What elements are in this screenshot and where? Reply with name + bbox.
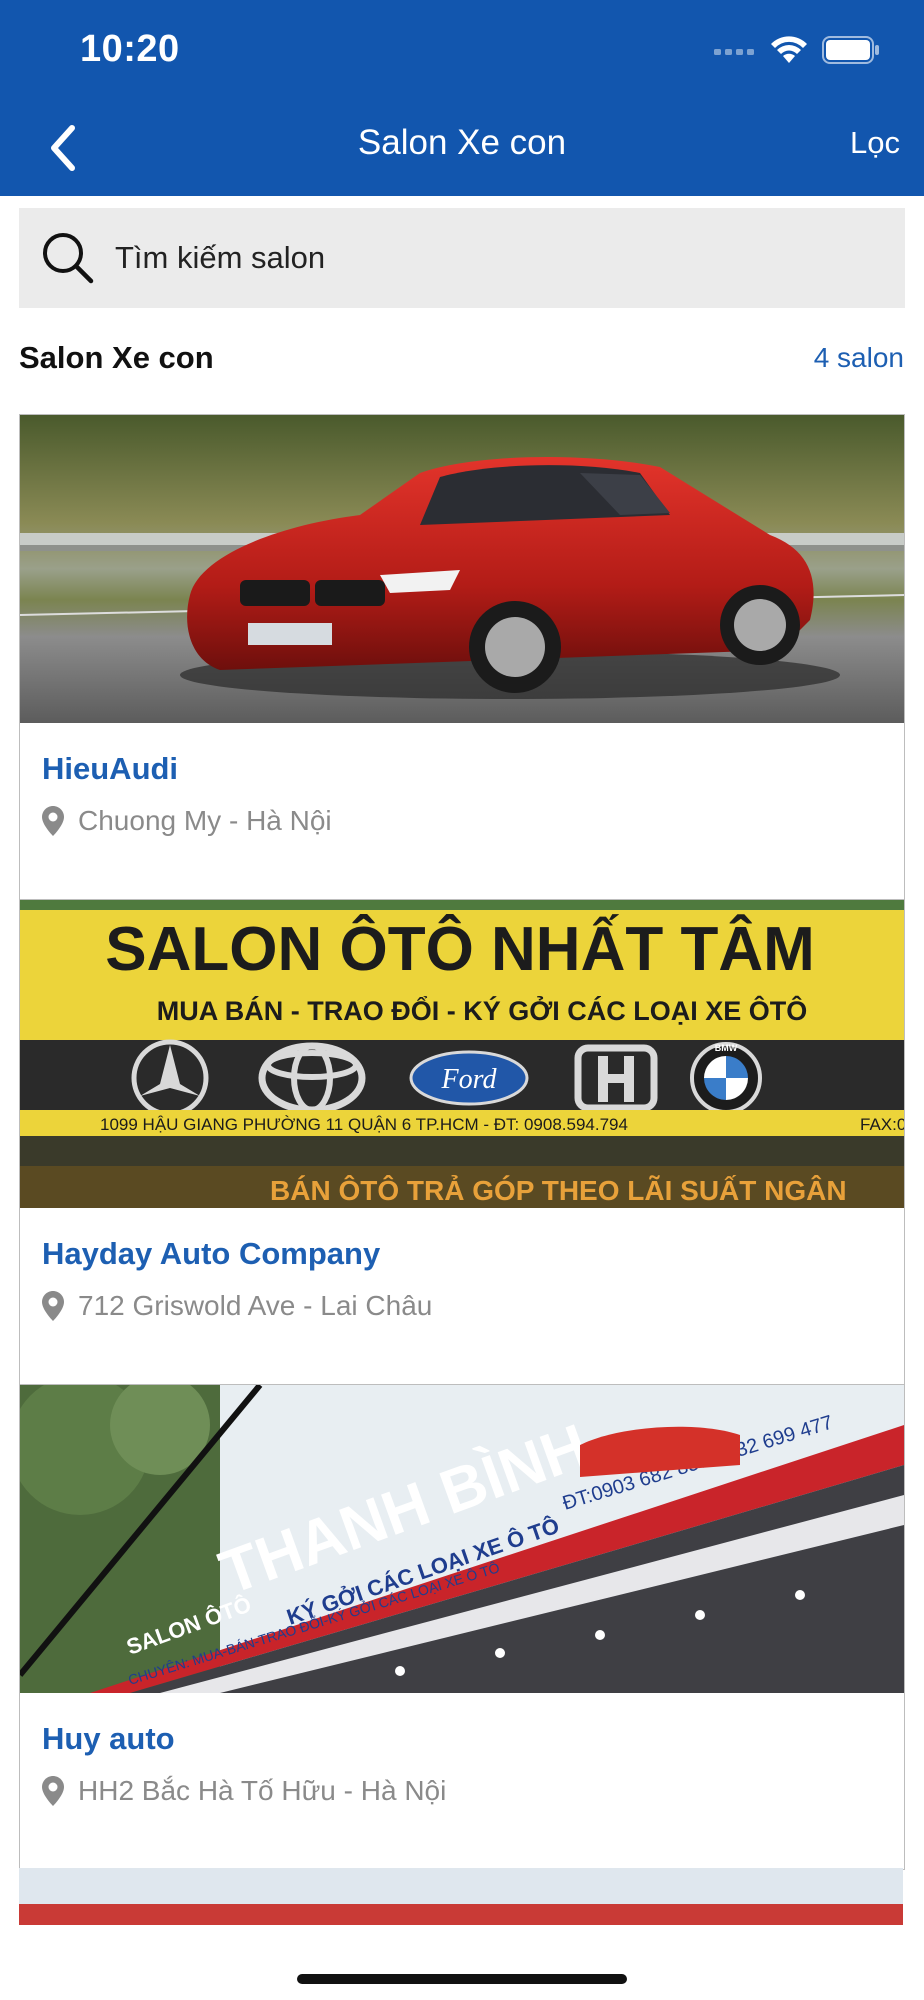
page-title: Salon Xe con [357, 123, 567, 162]
sign-bmw: BMW [715, 1043, 738, 1053]
sign-ford: Ford [441, 1064, 498, 1095]
sign-address: 1099 HẬU GIANG PHƯỜNG 11 QUẬN 6 TP.HCM -… [100, 1115, 628, 1134]
salon-name[interactable]: HieuAudi [42, 751, 178, 787]
salon-count: 4 salon [813, 342, 904, 373]
sign-title: SALON ÔTÔ NHẤT TÂM [105, 915, 815, 984]
app-header: 10:20 Salon Xe con Lọc [0, 0, 924, 196]
sign-bottom: BÁN ÔTÔ TRẢ GÓP THEO LÃI SUẤT NGÂN [270, 1174, 847, 1206]
search-bar[interactable] [19, 208, 905, 308]
salon-address-text: Chuong My - Hà Nội [78, 805, 332, 836]
cellular-signal-icon [714, 49, 754, 55]
status-icons [714, 32, 880, 68]
status-time: 10:20 [80, 28, 180, 70]
salon-address-text: HH2 Bắc Hà Tố Hữu - Hà Nội [78, 1775, 447, 1806]
sign-fax: FAX:0 [860, 1115, 904, 1134]
salon-address: 712 Griswold Ave - Lai Châu [42, 1290, 432, 1322]
search-input[interactable] [113, 239, 877, 277]
location-pin-icon [42, 806, 64, 836]
salon-photo [20, 415, 904, 723]
sign-subtitle: MUA BÁN - TRAO ĐỔI - KÝ GỞI CÁC LOẠI XE … [157, 994, 808, 1026]
search-icon [43, 233, 94, 284]
salon-card[interactable]: HieuAudi Chuong My - Hà Nội [19, 414, 905, 900]
salon-photo: SALON ÔTÔ NHẤT TÂM MUA BÁN - TRAO ĐỔI - … [20, 900, 904, 1208]
salon-photo: SALON ÔTÔ THANH BÌNH KÝ GỞI CÁC LOẠI XE … [20, 1385, 904, 1693]
location-pin-icon [42, 1776, 64, 1806]
wifi-icon [771, 36, 807, 63]
section-title: Salon Xe con [19, 340, 214, 375]
salon-card[interactable]: SALON ÔTÔ NHẤT TÂM MUA BÁN - TRAO ĐỔI - … [19, 899, 905, 1385]
filter-button[interactable]: Lọc [850, 125, 900, 161]
home-indicator [297, 1974, 627, 1984]
salon-address: HH2 Bắc Hà Tố Hữu - Hà Nội [42, 1775, 446, 1807]
salon-address-text: 712 Griswold Ave - Lai Châu [78, 1290, 433, 1321]
salon-name[interactable]: Huy auto [42, 1721, 175, 1757]
salon-address: Chuong My - Hà Nội [42, 805, 332, 837]
salon-name[interactable]: Hayday Auto Company [42, 1236, 380, 1272]
salon-card-partial[interactable] [19, 1868, 903, 1925]
salon-card[interactable]: SALON ÔTÔ THANH BÌNH KÝ GỞI CÁC LOẠI XE … [19, 1384, 905, 1870]
battery-icon [822, 36, 879, 64]
location-pin-icon [42, 1291, 64, 1321]
